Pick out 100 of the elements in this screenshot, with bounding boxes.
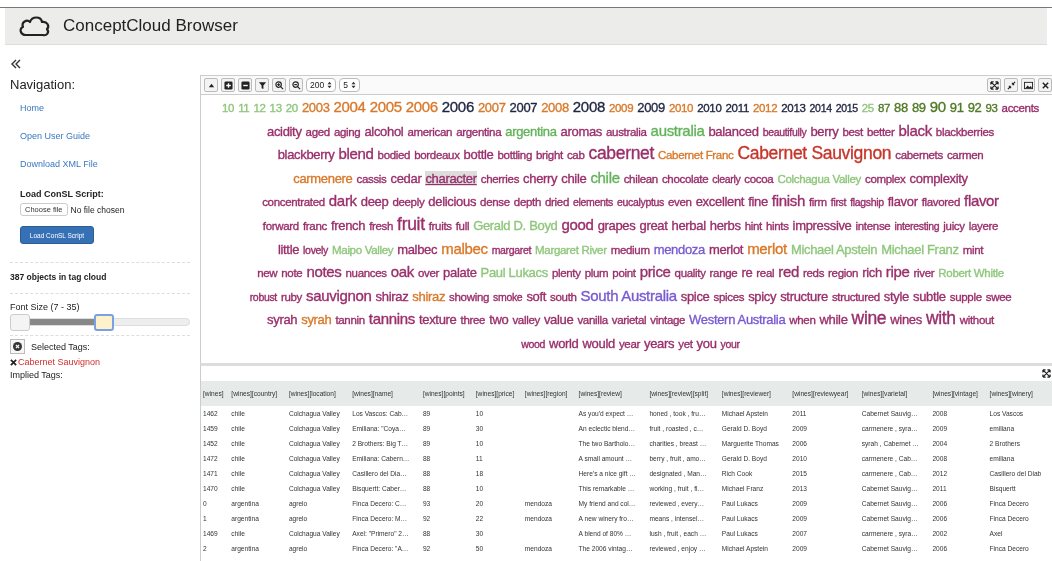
tag[interactable]: cabernets: [895, 149, 943, 162]
expand-icon[interactable]: [987, 78, 1001, 92]
tag[interactable]: when: [789, 314, 816, 327]
tag[interactable]: beautifully: [762, 125, 807, 138]
caret-up-icon[interactable]: [204, 78, 218, 92]
plus-icon[interactable]: [221, 78, 235, 92]
tag[interactable]: 2009: [637, 100, 665, 115]
tag[interactable]: Cabernet Sauvignon: [737, 143, 892, 164]
tag[interactable]: cassis: [356, 172, 387, 185]
tag[interactable]: argentina: [456, 125, 502, 138]
expand-icon[interactable]: [1042, 369, 1051, 378]
tag[interactable]: intense: [855, 219, 891, 232]
tag[interactable]: vintage: [650, 314, 686, 327]
tag[interactable]: balanced: [708, 123, 759, 139]
filter-icon[interactable]: [255, 78, 269, 92]
tag[interactable]: impressive: [792, 217, 852, 233]
tag[interactable]: yet: [678, 337, 693, 350]
tag[interactable]: aging: [333, 125, 361, 138]
tag[interactable]: 2006: [441, 98, 474, 115]
tag[interactable]: spice: [680, 288, 710, 304]
tag[interactable]: australia: [606, 125, 647, 138]
tag[interactable]: cedar: [390, 170, 422, 186]
tag[interactable]: note: [281, 267, 303, 280]
tag[interactable]: concentrated: [262, 196, 325, 209]
tag[interactable]: clearly: [712, 172, 741, 185]
tag[interactable]: chilean: [623, 172, 658, 185]
tag[interactable]: syrah: [267, 312, 298, 328]
tag[interactable]: palate: [443, 265, 477, 281]
tag[interactable]: depth: [513, 196, 541, 209]
tag[interactable]: herbal: [671, 217, 706, 233]
tag[interactable]: fresh: [369, 219, 394, 232]
spinner-icon[interactable]: [350, 81, 356, 89]
tag[interactable]: 2010: [697, 102, 722, 114]
tag[interactable]: plenty: [551, 267, 581, 280]
tag[interactable]: structure: [780, 288, 828, 304]
tag[interactable]: blackberries: [935, 125, 994, 138]
tag[interactable]: 2011: [725, 102, 749, 114]
tag[interactable]: bordeaux: [414, 149, 460, 162]
tag[interactable]: american: [407, 125, 453, 138]
tag[interactable]: margaret: [491, 243, 532, 256]
minus-icon[interactable]: [238, 78, 252, 92]
tag[interactable]: 2013: [781, 102, 806, 114]
tag[interactable]: with: [925, 308, 956, 329]
tag[interactable]: valley: [512, 314, 540, 327]
number-select[interactable]: 5: [339, 78, 360, 92]
tag[interactable]: even: [668, 196, 692, 209]
tag[interactable]: flavor: [887, 194, 918, 210]
tag[interactable]: robust: [249, 290, 277, 303]
tag[interactable]: 91: [949, 100, 964, 115]
tag[interactable]: black: [898, 121, 932, 139]
tag[interactable]: deeply: [392, 196, 425, 209]
tag[interactable]: blend: [338, 145, 374, 163]
tag[interactable]: over: [418, 267, 440, 280]
tag[interactable]: soft: [526, 288, 547, 304]
tag[interactable]: price: [639, 263, 671, 281]
nav-link[interactable]: Open User Guide: [20, 131, 190, 141]
tag[interactable]: dense: [480, 196, 510, 209]
tag[interactable]: real: [756, 267, 775, 280]
tag[interactable]: texture: [419, 312, 457, 328]
tag[interactable]: aged: [305, 125, 330, 138]
tag[interactable]: cabernet: [588, 143, 654, 164]
tag[interactable]: 89: [911, 100, 926, 115]
tag[interactable]: your: [720, 337, 740, 350]
nav-link[interactable]: Download XML File: [20, 159, 190, 169]
tag[interactable]: mint: [962, 243, 984, 256]
tag[interactable]: without: [959, 314, 994, 327]
tag[interactable]: cocoa: [744, 172, 774, 185]
tag[interactable]: interesting: [894, 219, 940, 232]
tag[interactable]: while: [819, 312, 848, 328]
tag[interactable]: vanilla: [577, 314, 608, 327]
tag[interactable]: dried: [545, 196, 569, 209]
tag[interactable]: flavor: [964, 192, 999, 210]
tag[interactable]: dark: [328, 192, 357, 210]
tag[interactable]: fruits: [428, 219, 452, 232]
tag[interactable]: 92: [967, 100, 982, 115]
tag[interactable]: 2014: [809, 102, 832, 114]
tag[interactable]: wine: [851, 308, 887, 329]
tag[interactable]: swee: [985, 290, 1012, 303]
tag[interactable]: merlot: [708, 241, 744, 257]
tag[interactable]: you: [696, 335, 717, 351]
tag[interactable]: shiraz: [375, 288, 409, 304]
tag[interactable]: river: [913, 267, 935, 280]
tag[interactable]: supple: [949, 290, 982, 303]
tag[interactable]: bottle: [463, 147, 494, 163]
tag[interactable]: showing: [449, 290, 490, 303]
number-select[interactable]: 200: [306, 78, 337, 92]
tag[interactable]: smoke: [493, 290, 523, 303]
spinner-icon[interactable]: [327, 81, 333, 89]
tag[interactable]: herbs: [709, 217, 741, 233]
tag[interactable]: finish: [771, 192, 805, 210]
tag[interactable]: bodied: [377, 149, 411, 162]
tag[interactable]: style: [883, 288, 909, 304]
tag[interactable]: region: [828, 267, 859, 280]
tag[interactable]: bottling: [497, 149, 532, 162]
tag[interactable]: varietal: [611, 314, 647, 327]
tag[interactable]: hint: [744, 219, 762, 232]
tag[interactable]: firm: [808, 196, 827, 209]
image-icon[interactable]: [1021, 78, 1035, 92]
tag[interactable]: reds: [803, 267, 825, 280]
tag[interactable]: 90: [929, 98, 946, 115]
